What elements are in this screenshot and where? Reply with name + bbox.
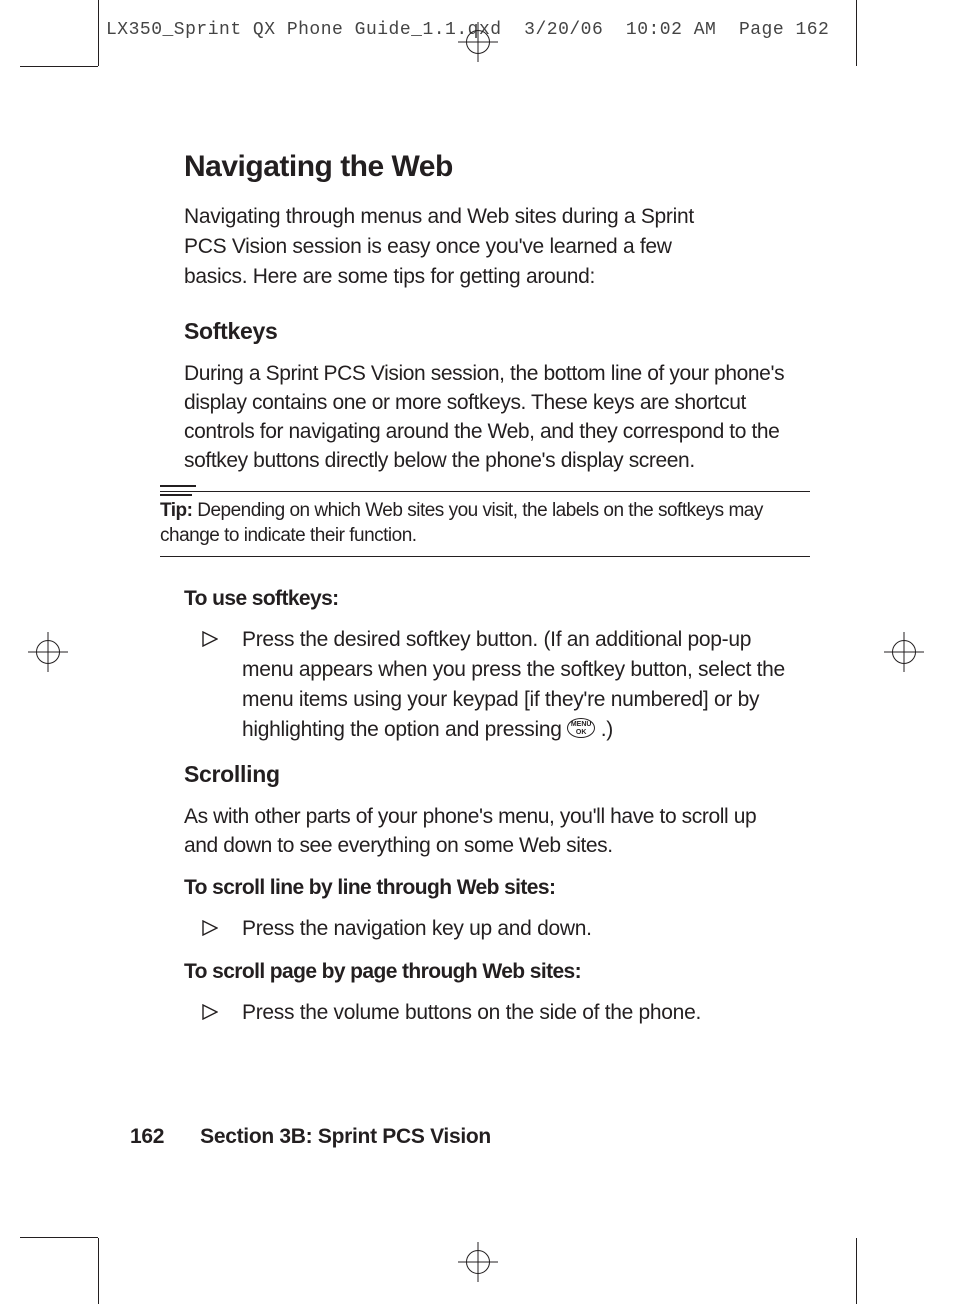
section-label: Section 3B: Sprint PCS Vision — [200, 1125, 491, 1148]
registration-mark-icon — [458, 1242, 498, 1282]
menu-ok-button-icon: MENUOK — [567, 718, 595, 738]
bullet-text: Press the navigation key up and down. — [242, 914, 592, 944]
triangle-bullet-icon — [202, 631, 218, 647]
tip-box: Tip: Depending on which Web sites you vi… — [160, 491, 810, 557]
tip-text: Depending on which Web sites you visit, … — [160, 500, 763, 546]
softkeys-heading: Softkeys — [184, 318, 810, 345]
scrolling-heading: Scrolling — [184, 761, 810, 788]
page-title: Navigating the Web — [184, 150, 810, 184]
page-content: Navigating the Web Navigating through me… — [160, 150, 810, 1044]
page-footer: 162 Section 3B: Sprint PCS Vision — [130, 1125, 491, 1149]
bullet-item: Press the volume buttons on the side of … — [202, 998, 792, 1028]
registration-mark-icon — [458, 22, 498, 62]
crop-mark — [98, 1238, 99, 1304]
scroll-page-heading: To scroll page by page through Web sites… — [184, 960, 810, 984]
header-filename: LX350_Sprint QX Phone Guide_1.1.qxd — [106, 20, 502, 40]
tip-label: Tip: — [160, 494, 192, 521]
crop-mark — [20, 66, 98, 67]
page-number: 162 — [130, 1125, 164, 1148]
use-softkeys-heading: To use softkeys: — [184, 587, 810, 611]
header-time: 10:02 AM — [626, 20, 716, 40]
softkeys-body: During a Sprint PCS Vision session, the … — [184, 359, 794, 475]
bullet-item: Press the navigation key up and down. — [202, 914, 792, 944]
scrolling-body: As with other parts of your phone's menu… — [184, 802, 794, 860]
crop-mark — [20, 1237, 98, 1238]
registration-mark-icon — [28, 632, 68, 672]
triangle-bullet-icon — [202, 920, 218, 936]
intro-paragraph: Navigating through menus and Web sites d… — [184, 202, 704, 292]
registration-mark-icon — [884, 632, 924, 672]
crop-mark — [856, 0, 857, 66]
bullet-item: Press the desired softkey button. (If an… — [202, 625, 792, 745]
header-page: Page 162 — [739, 20, 829, 40]
triangle-bullet-icon — [202, 1004, 218, 1020]
bullet-text: Press the desired softkey button. (If an… — [242, 625, 792, 745]
scroll-line-heading: To scroll line by line through Web sites… — [184, 876, 810, 900]
crop-mark — [98, 0, 99, 66]
crop-mark — [856, 1238, 857, 1304]
header-date: 3/20/06 — [524, 20, 603, 40]
bullet-text: Press the volume buttons on the side of … — [242, 998, 701, 1028]
